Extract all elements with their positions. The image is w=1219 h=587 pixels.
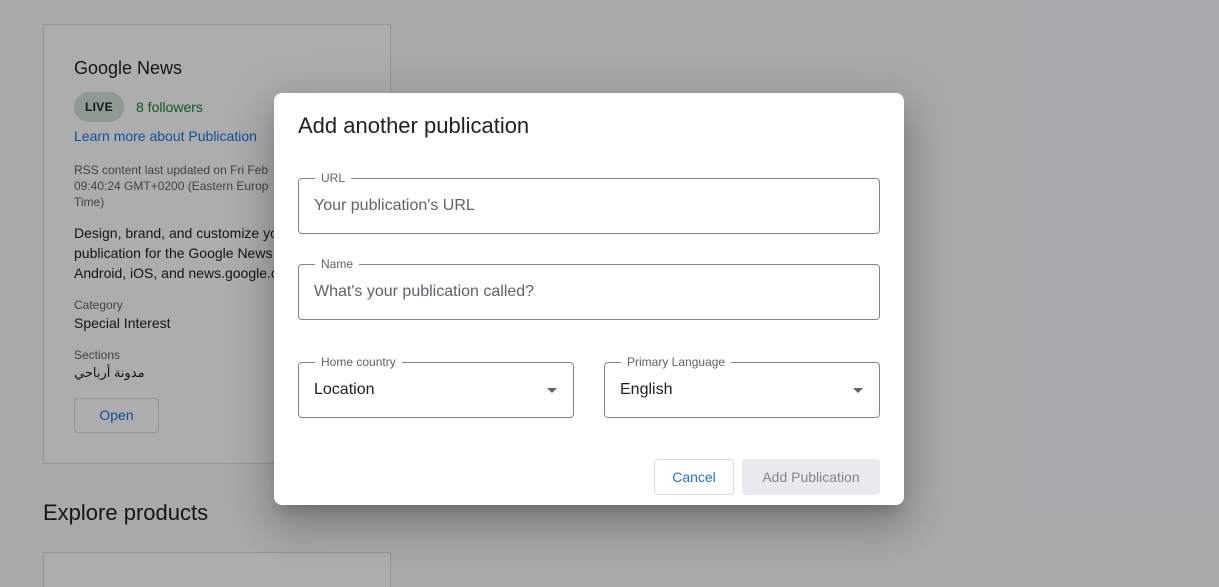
chevron-down-icon (853, 388, 863, 393)
add-publication-dialog: Add another publication URL Name Home co… (274, 93, 904, 505)
chevron-down-icon (547, 388, 557, 393)
name-input[interactable] (314, 265, 864, 319)
url-field: URL (298, 171, 880, 234)
primary-language-select[interactable]: Primary Language English (604, 355, 880, 418)
home-country-value: Location (314, 381, 375, 398)
home-country-select[interactable]: Home country Location (298, 355, 574, 418)
home-country-label: Home country (315, 355, 402, 369)
add-publication-button[interactable]: Add Publication (742, 459, 880, 495)
primary-language-value: English (620, 381, 673, 398)
name-field: Name (298, 257, 880, 320)
cancel-button[interactable]: Cancel (654, 459, 734, 495)
dialog-title: Add another publication (298, 113, 530, 138)
primary-language-label: Primary Language (621, 355, 732, 369)
url-input[interactable] (314, 179, 864, 233)
